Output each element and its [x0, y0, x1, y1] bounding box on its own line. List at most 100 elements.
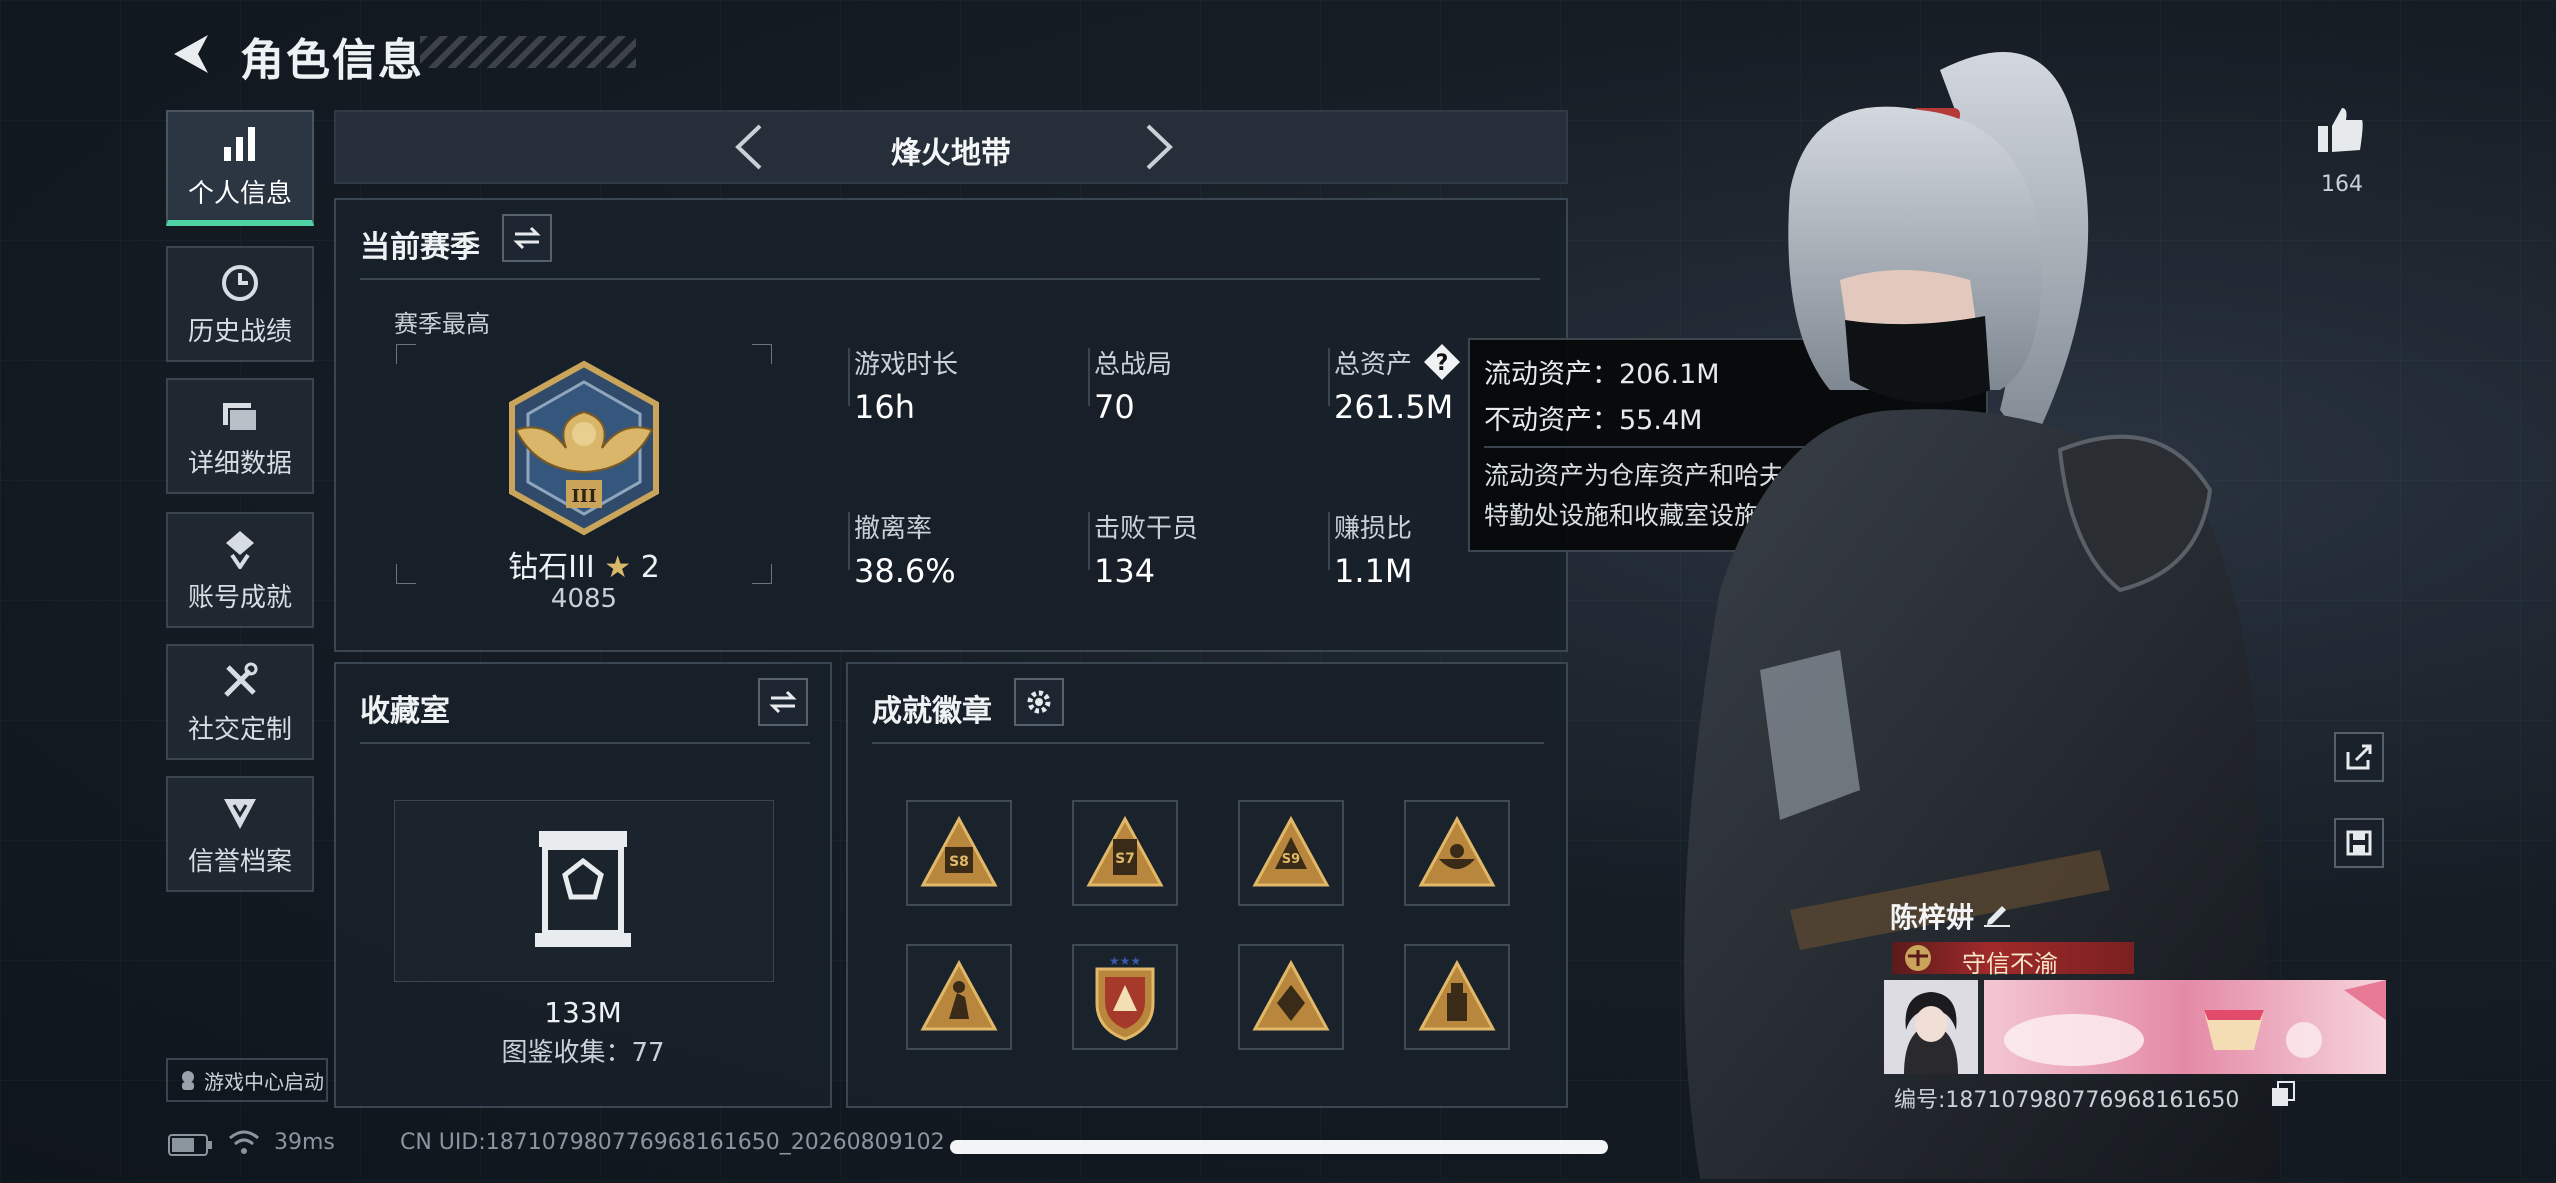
- collection-count: 图鉴收集：77: [501, 1038, 665, 1068]
- battery-icon: [168, 1134, 214, 1160]
- badge-diamond-icon: [1252, 959, 1330, 1031]
- clock-icon: [218, 261, 262, 305]
- achievement-badge[interactable]: [1238, 944, 1344, 1050]
- badge-s7-icon: S7: [1086, 815, 1164, 887]
- edit-name-button[interactable]: [1982, 898, 2012, 932]
- divider: [1328, 348, 1330, 406]
- nav-item-personal-info[interactable]: 个人信息: [166, 110, 314, 226]
- chevron-right-icon: [1146, 124, 1173, 170]
- bar-chart-icon: [218, 123, 262, 167]
- nav-label: 个人信息: [187, 178, 292, 209]
- svg-text:S7: S7: [1115, 851, 1135, 867]
- nav-label: 详细数据: [187, 448, 292, 479]
- help-icon[interactable]: ?: [1422, 342, 1462, 386]
- ping-value: 39ms: [274, 1130, 335, 1155]
- achievements-panel: 成就徽章 S8 S7 S9 ★★★: [846, 662, 1568, 1108]
- folder-icon: [218, 393, 262, 437]
- nav-label: 社交定制: [187, 714, 292, 745]
- nav-label: 账号成就: [187, 582, 292, 613]
- stat-value-extraction: 38.6%: [854, 552, 956, 590]
- divider: [1328, 512, 1330, 570]
- motto-banner: 守信不渝: [1892, 942, 2134, 978]
- home-indicator[interactable]: [950, 1140, 1608, 1154]
- svg-text:?: ?: [1436, 351, 1449, 376]
- rank-line: 钻石III ★ 2: [396, 542, 772, 586]
- stat-label-assets: 总资产: [1334, 350, 1413, 380]
- copy-id-button[interactable]: [2270, 1080, 2296, 1112]
- stat-value-profit-ratio: 1.1M: [1334, 552, 1413, 590]
- collection-switch-button[interactable]: [758, 678, 808, 726]
- pencil-icon: [1984, 906, 2010, 927]
- collection-panel: 收藏室 133M 图鉴收集：77: [334, 662, 832, 1108]
- nav-item-reputation[interactable]: 信誉档案: [166, 776, 314, 892]
- achievement-badge[interactable]: S9: [1238, 800, 1344, 906]
- achievement-badge[interactable]: [1404, 800, 1510, 906]
- stat-label-playtime: 游戏时长: [854, 350, 959, 380]
- thumbs-up-icon: [2318, 108, 2363, 152]
- season-switch-button[interactable]: [502, 214, 552, 262]
- achievement-badge[interactable]: [906, 944, 1012, 1050]
- stat-label-profit-ratio: 赚损比: [1334, 514, 1413, 544]
- nav-item-social[interactable]: 社交定制: [166, 644, 314, 760]
- divider: [848, 348, 850, 406]
- achievement-badge[interactable]: ★★★: [1072, 944, 1178, 1050]
- back-arrow-icon: [174, 35, 208, 73]
- stat-label-kills: 击败干员: [1094, 514, 1199, 544]
- achievement-badge[interactable]: [1404, 944, 1510, 1050]
- name-card-banner[interactable]: [1984, 980, 2386, 1074]
- page-title: 角色信息: [240, 35, 424, 86]
- divider: [1088, 348, 1090, 406]
- like-button[interactable]: [2314, 104, 2370, 160]
- svg-text:S8: S8: [949, 854, 969, 870]
- shield-icon: [218, 791, 262, 835]
- game-center-icon: [182, 1071, 194, 1090]
- game-center-launch-button[interactable]: 游戏中心启动: [166, 1058, 328, 1102]
- save-icon: [2346, 830, 2372, 856]
- nav-item-achievements[interactable]: 账号成就: [166, 512, 314, 628]
- share-icon: [2346, 744, 2372, 770]
- divider: [1088, 512, 1090, 570]
- gear-icon: [1027, 690, 1051, 714]
- season-best-label: 赛季最高: [394, 310, 490, 338]
- divider: [360, 742, 810, 744]
- badge-s8-icon: S8: [920, 815, 998, 887]
- nav-label: 信誉档案: [187, 846, 292, 877]
- rank-name: 钻石III: [508, 550, 595, 585]
- achievements-settings-button[interactable]: [1014, 678, 1064, 726]
- nav-item-history[interactable]: 历史战绩: [166, 246, 314, 362]
- svg-text:S9: S9: [1282, 852, 1300, 867]
- achievement-badge[interactable]: S8: [906, 800, 1012, 906]
- stat-label-extraction: 撤离率: [854, 514, 933, 544]
- divider: [848, 512, 850, 570]
- mode-next-button[interactable]: [1134, 122, 1184, 172]
- stat-value-matches: 70: [1094, 388, 1135, 426]
- player-id: 编号:18710798077696816165​0: [1894, 1088, 2240, 1113]
- badge-tower-icon: [1418, 959, 1496, 1031]
- collection-display[interactable]: [394, 800, 774, 982]
- share-button[interactable]: [2334, 732, 2384, 782]
- star-icon: ★: [604, 550, 632, 585]
- svg-text:★★★: ★★★: [1109, 954, 1141, 968]
- badge-s9-icon: S9: [1252, 815, 1330, 887]
- rank-emblem-icon: III: [496, 360, 672, 540]
- player-name: 陈梓妌: [1890, 901, 1975, 934]
- badge-figure-icon: [920, 959, 998, 1031]
- nav-item-detailed-data[interactable]: 详细数据: [166, 378, 314, 494]
- launch-label: 游戏中心启动: [204, 1069, 324, 1094]
- copy-icon: [2272, 1081, 2295, 1106]
- save-button[interactable]: [2334, 818, 2384, 868]
- divider: [872, 742, 1544, 744]
- tools-icon: [218, 659, 262, 703]
- badge-bowl-icon: [1418, 815, 1496, 887]
- divider: [360, 278, 1540, 280]
- like-count: 164: [2321, 172, 2363, 197]
- mode-title: 烽火地带: [891, 136, 1011, 171]
- badge-crest-icon: ★★★: [1095, 954, 1155, 1041]
- mode-selector: 烽火地带: [334, 110, 1568, 184]
- svg-text:III: III: [571, 486, 596, 507]
- switch-icon: [769, 690, 797, 714]
- back-button[interactable]: [160, 26, 220, 82]
- avatar[interactable]: [1884, 980, 1978, 1074]
- switch-icon: [513, 226, 541, 250]
- achievement-badge[interactable]: S7: [1072, 800, 1178, 906]
